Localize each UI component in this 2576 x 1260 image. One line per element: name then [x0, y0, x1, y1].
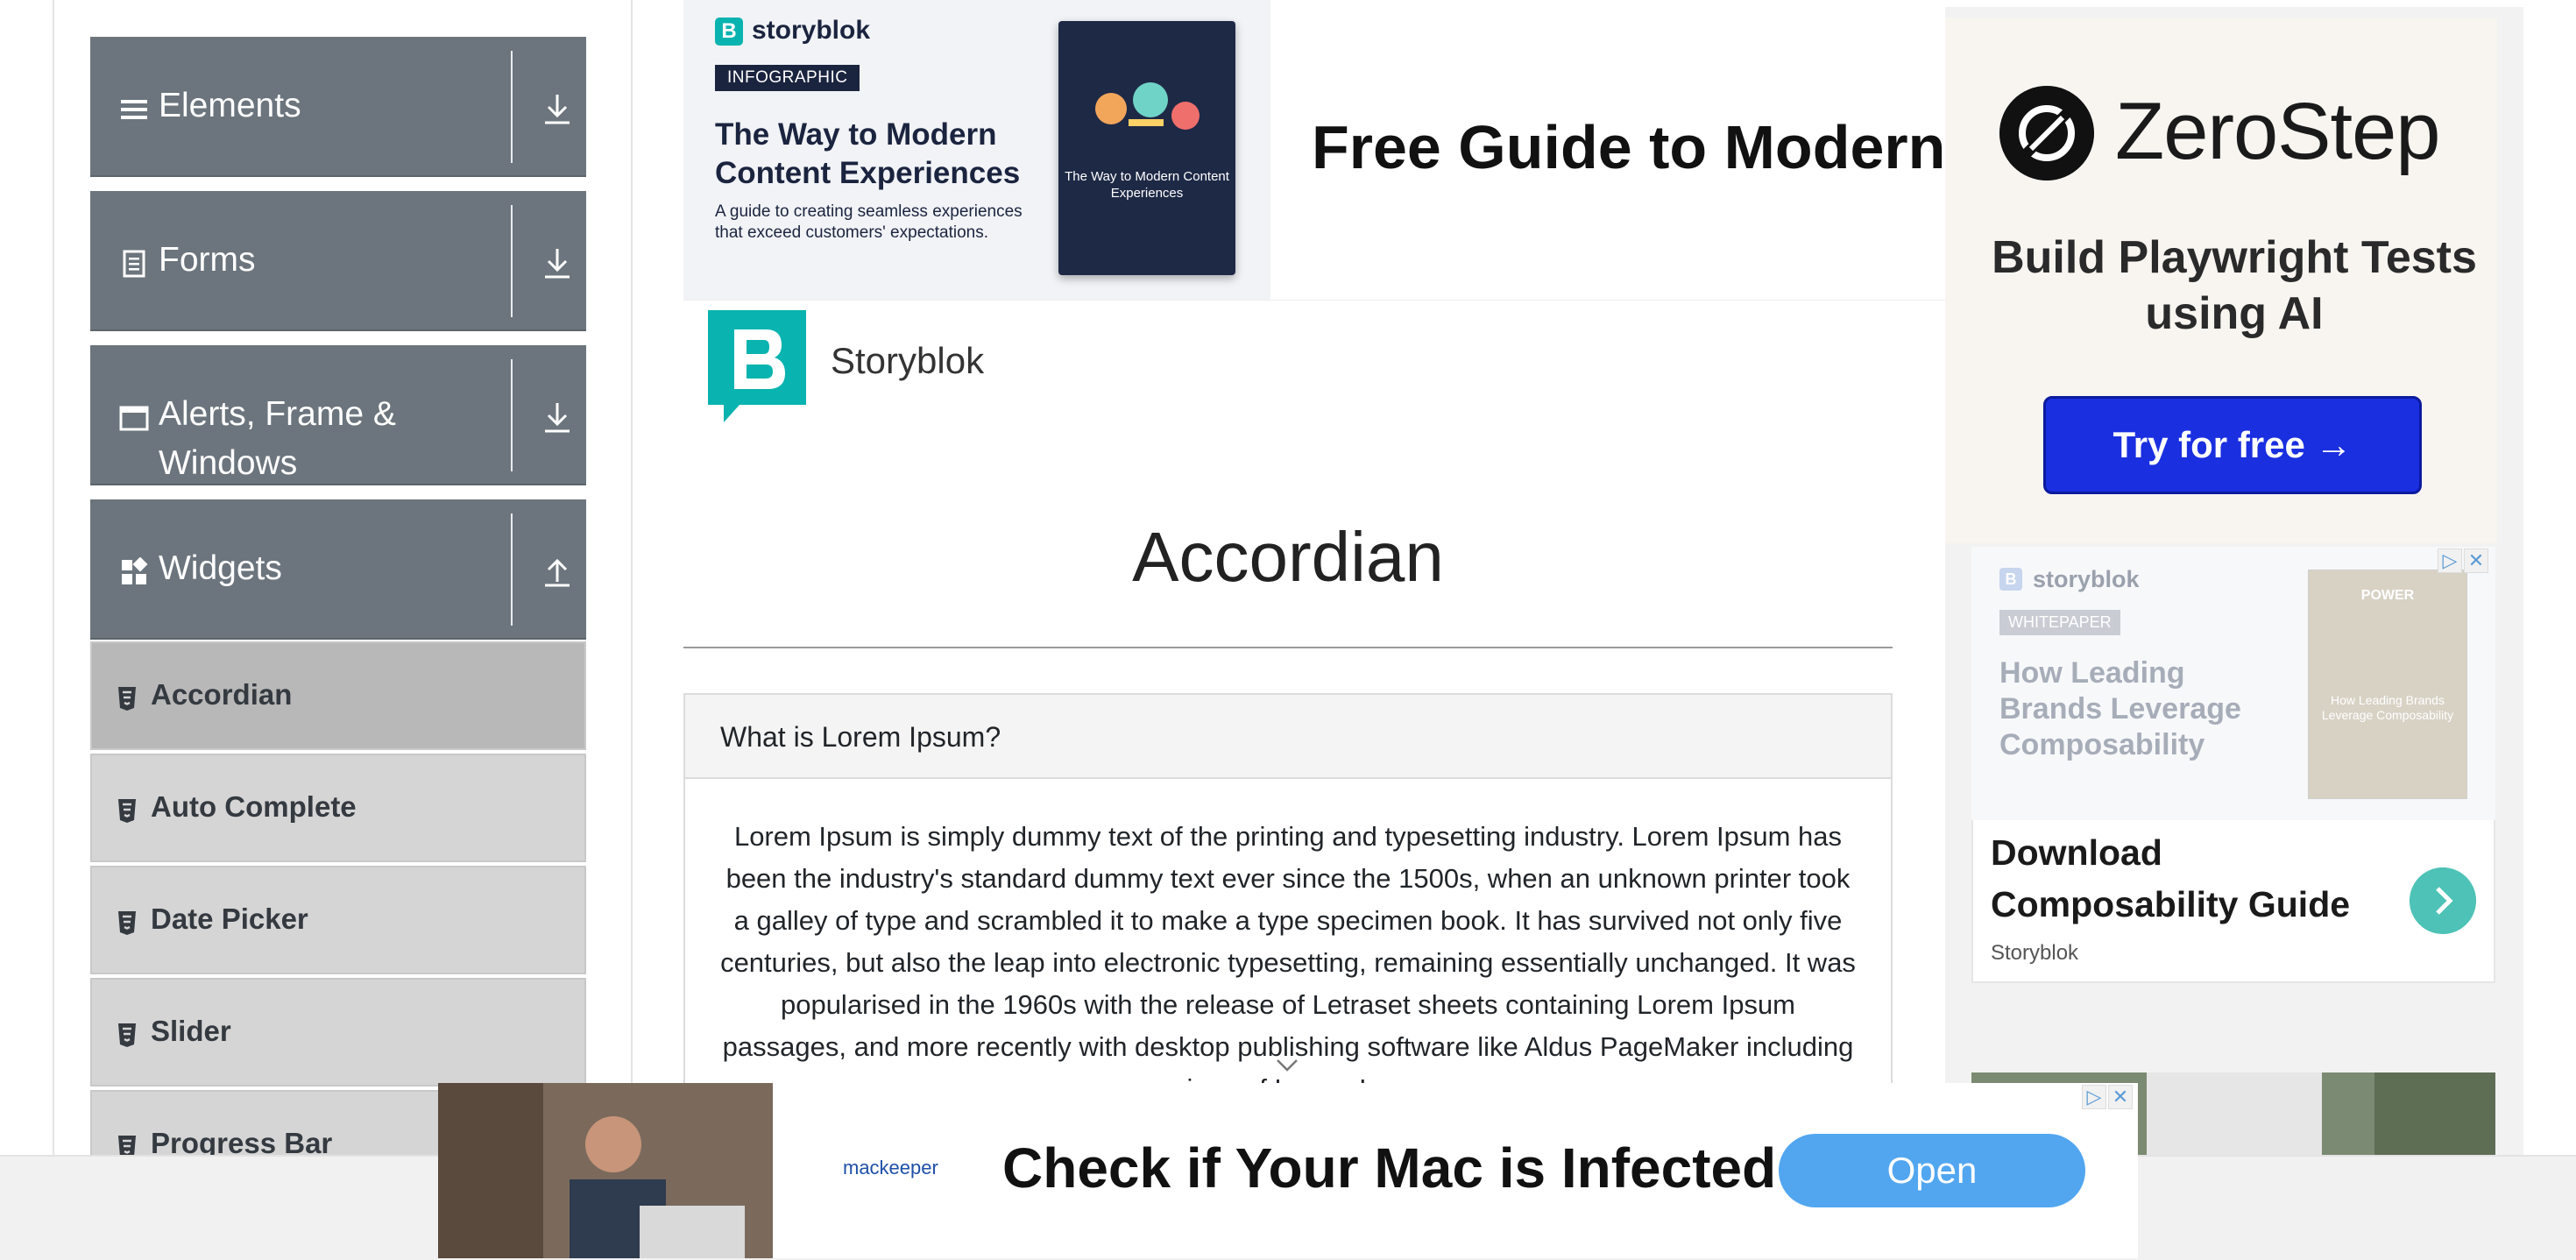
- photo-placeholder: [438, 1083, 773, 1258]
- ad-photo: [438, 1083, 773, 1258]
- sidebar-item-label: Slider: [151, 1015, 231, 1047]
- sidebar-group-label: Alerts, Frame &: [159, 395, 396, 433]
- promo-subtitle: A guide to creating seamless experiences…: [715, 202, 1023, 242]
- html5-icon: [118, 687, 136, 711]
- sidebar-item-slider[interactable]: Slider: [90, 978, 586, 1087]
- sidebar-group-label-line2: Windows: [159, 444, 298, 482]
- divider: [511, 205, 513, 317]
- accordion-body: Lorem Ipsum is simply dummy text of the …: [683, 779, 1893, 1094]
- download-arrow-icon[interactable]: [541, 400, 573, 435]
- html5-icon: [118, 911, 136, 935]
- ad-headline[interactable]: Check if Your Mac is Infected: [1002, 1136, 1776, 1200]
- whitepaper-book-cover: POWER How Leading Brands Leverage Compos…: [2308, 570, 2467, 799]
- download-guide-title[interactable]: Download Composability Guide: [1991, 827, 2367, 931]
- sidebar-group-elements[interactable]: Elements: [90, 37, 586, 177]
- book-power-text: POWER: [2360, 588, 2415, 603]
- sidebar-item-label: Date Picker: [151, 903, 308, 935]
- sidebar-group-label: Elements: [159, 87, 301, 124]
- book-title: The Way to Modern Content Experiences: [1065, 169, 1229, 201]
- book-illustration: [1095, 82, 1200, 130]
- ad-source: Storyblok: [1991, 941, 2079, 965]
- chevron-down-icon[interactable]: [1274, 1057, 1300, 1074]
- accordion-question: What is Lorem Ipsum?: [720, 721, 1001, 753]
- storyblok-name: Storyblok: [831, 340, 985, 381]
- html5-icon: [118, 1023, 136, 1047]
- form-icon: [123, 250, 145, 278]
- download-arrow-icon[interactable]: [541, 91, 573, 126]
- upload-arrow-icon[interactable]: [541, 554, 573, 589]
- storyblok-brand: storyblok: [2033, 566, 2140, 592]
- accordion-header[interactable]: What is Lorem Ipsum?: [683, 693, 1893, 779]
- try-for-free-button[interactable]: Try for free →: [2043, 396, 2422, 494]
- infographic-tag: INFOGRAPHIC: [715, 65, 860, 91]
- promo-title: The Way to Modern Content Experiences: [715, 117, 1021, 190]
- widgets-icon: [122, 557, 148, 584]
- hamburger-icon: [121, 100, 147, 119]
- ad-info-icon[interactable]: ▷: [2082, 1085, 2106, 1109]
- window-icon: [119, 406, 149, 431]
- whitepaper-title: How Leading Brands Leverage Composabilit…: [1999, 656, 2241, 761]
- mackeeper-logo: mackeeper: [843, 1157, 938, 1179]
- divider: [511, 51, 513, 163]
- download-arrow-icon[interactable]: [541, 245, 573, 280]
- sidebar-group-alerts[interactable]: Alerts, Frame & Windows: [90, 345, 586, 485]
- sidebar-group-forms[interactable]: Forms: [90, 191, 586, 331]
- zerostep-tagline: Build Playwright Tests using AI: [1992, 232, 2477, 339]
- sidebar-item-label: Accordian: [151, 678, 293, 711]
- page-title: Accordian: [1132, 518, 1444, 596]
- sidebar-group-label: Forms: [159, 241, 256, 279]
- storyblok-brand: storyblok: [752, 16, 871, 45]
- chevron-right-icon[interactable]: [2410, 867, 2476, 934]
- storyblok-large-logo-icon: [708, 310, 806, 422]
- ad-info-icon[interactable]: ▷: [2438, 549, 2462, 573]
- sidebar-item-date-picker[interactable]: Date Picker: [90, 866, 586, 974]
- divider: [511, 513, 513, 626]
- sidebar-item-label: Auto Complete: [151, 790, 357, 823]
- title-divider: [683, 647, 1893, 648]
- sidebar-item-auto-complete[interactable]: Auto Complete: [90, 754, 586, 862]
- divider: [511, 359, 513, 471]
- guide-book-cover: The Way to Modern Content Experiences: [1058, 21, 1235, 275]
- sidebar-item-accordian[interactable]: Accordian: [90, 641, 586, 750]
- ad-close-icon[interactable]: ✕: [2108, 1085, 2133, 1109]
- storyblok-logo-icon: B: [1999, 568, 2022, 591]
- storyblok-logo-icon: B: [715, 18, 743, 46]
- sidebar-group-label: Widgets: [159, 549, 282, 587]
- accordion-text: Lorem Ipsum is simply dummy text of the …: [720, 821, 1856, 1093]
- zerostep-name: ZeroStep: [2115, 87, 2440, 176]
- html5-icon: [118, 799, 136, 823]
- whitepaper-tag: WHITEPAPER: [1999, 610, 2120, 635]
- ad-headline[interactable]: Free Guide to Modern Content Experiences: [1312, 112, 1947, 182]
- ad-close-icon[interactable]: ✕: [2464, 549, 2488, 573]
- zerostep-logo-icon: [1999, 86, 2094, 181]
- book-title: How Leading Brands Leverage Composabilit…: [2321, 693, 2454, 722]
- sidebar-group-widgets[interactable]: Widgets: [90, 499, 586, 640]
- open-button[interactable]: Open: [1779, 1134, 2085, 1207]
